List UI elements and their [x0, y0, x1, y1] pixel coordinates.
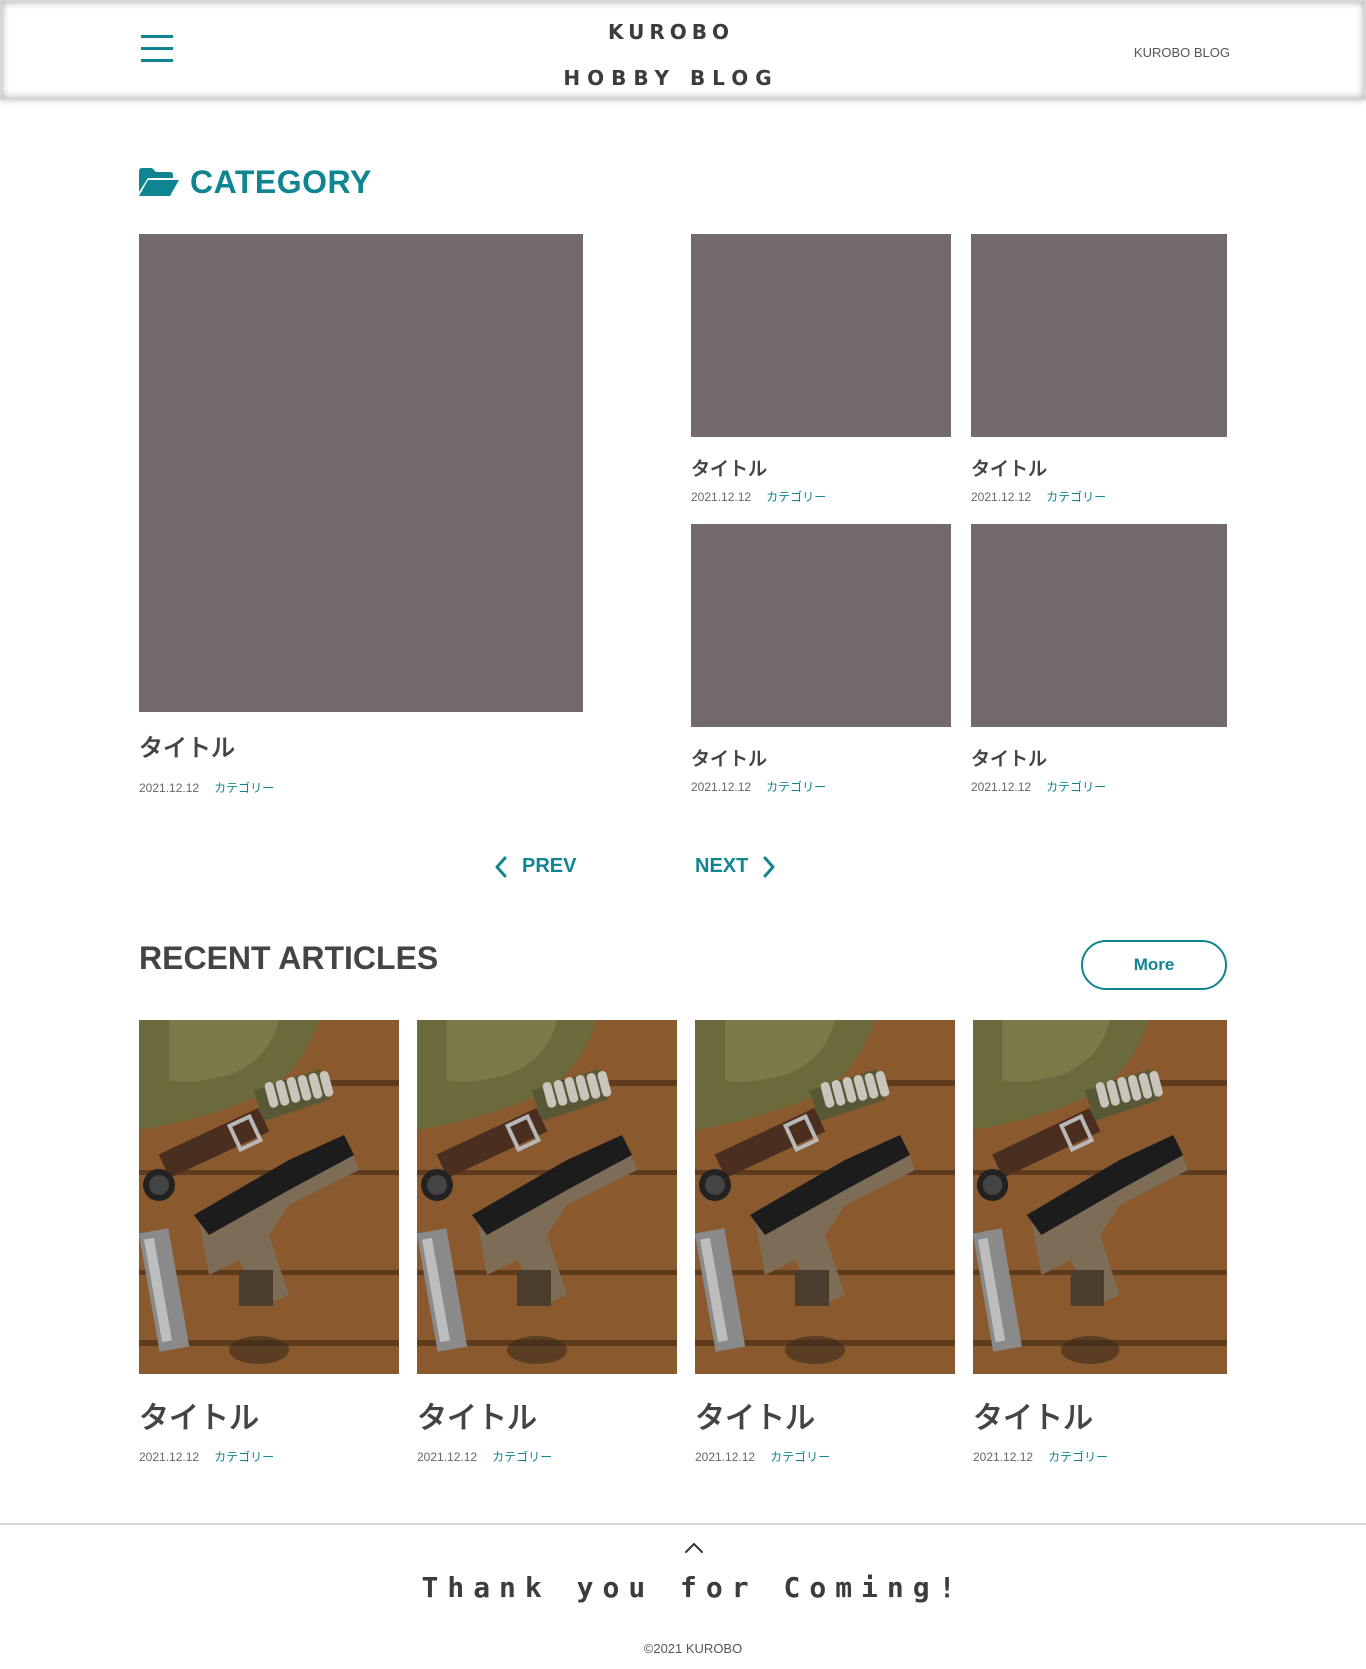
- post-category-link[interactable]: カテゴリー: [1046, 780, 1106, 794]
- category-main-image[interactable]: [139, 234, 583, 712]
- category-main-title[interactable]: タイトル: [139, 728, 235, 763]
- thanks-message: Thank you for Coming!: [421, 1571, 965, 1604]
- more-button[interactable]: More: [1081, 940, 1227, 990]
- category-grid-title[interactable]: タイトル: [971, 454, 1047, 481]
- article-image[interactable]: [973, 1020, 1227, 1374]
- article-meta: 2021.12.12 カテゴリー: [417, 1448, 552, 1465]
- category-title: CATEGORY: [190, 163, 372, 200]
- category-grid-meta: 2021.12.12 カテゴリー: [691, 488, 826, 505]
- prev-label: PREV: [522, 855, 577, 877]
- post-category-link[interactable]: カテゴリー: [1048, 1450, 1108, 1464]
- category-grid-image[interactable]: [971, 234, 1227, 437]
- article-meta: 2021.12.12 カテゴリー: [973, 1448, 1108, 1465]
- prev-button[interactable]: PREV: [494, 855, 576, 878]
- article-title[interactable]: タイトル: [139, 1393, 259, 1437]
- category-grid-image[interactable]: [691, 524, 951, 727]
- article-image[interactable]: [417, 1020, 677, 1374]
- category-grid-title[interactable]: タイトル: [971, 744, 1047, 771]
- article-title[interactable]: タイトル: [695, 1393, 815, 1437]
- post-category-link[interactable]: カテゴリー: [1046, 490, 1106, 504]
- chevron-right-icon: [763, 856, 775, 877]
- post-category-link[interactable]: カテゴリー: [766, 780, 826, 794]
- article-meta: 2021.12.12 カテゴリー: [695, 1448, 830, 1465]
- category-grid-meta: 2021.12.12 カテゴリー: [971, 778, 1106, 795]
- post-date: 2021.12.12: [691, 490, 752, 504]
- next-button[interactable]: NEXT: [695, 855, 776, 878]
- category-grid-title[interactable]: タイトル: [691, 744, 767, 771]
- copyright: ©2021 KUROBO: [643, 1641, 743, 1656]
- site-header: KUROBO HOBBY BLOG KUROBO BLOG: [0, 0, 1366, 100]
- category-heading: CATEGORY: [139, 162, 372, 202]
- post-category-link[interactable]: カテゴリー: [770, 1450, 830, 1464]
- folder-open-icon: [139, 168, 179, 196]
- category-grid-meta: 2021.12.12 カテゴリー: [691, 778, 826, 795]
- article-image[interactable]: [695, 1020, 955, 1374]
- article-title[interactable]: タイトル: [973, 1393, 1093, 1437]
- chevron-up-icon[interactable]: [683, 1541, 705, 1555]
- post-date: 2021.12.12: [417, 1450, 478, 1464]
- chevron-left-icon: [495, 856, 507, 877]
- post-date: 2021.12.12: [695, 1450, 756, 1464]
- post-date: 2021.12.12: [691, 780, 752, 794]
- article-title[interactable]: タイトル: [417, 1393, 537, 1437]
- post-date: 2021.12.12: [139, 781, 200, 795]
- site-footer: Thank you for Coming! ©2021 KUROBO: [0, 1523, 1366, 1669]
- article-image[interactable]: [139, 1020, 399, 1374]
- article-meta: 2021.12.12 カテゴリー: [139, 1448, 274, 1465]
- category-grid-meta: 2021.12.12 カテゴリー: [971, 488, 1106, 505]
- category-grid-image[interactable]: [971, 524, 1227, 727]
- category-grid-image[interactable]: [691, 234, 951, 437]
- post-category-link[interactable]: カテゴリー: [492, 1450, 552, 1464]
- post-category-link[interactable]: カテゴリー: [766, 490, 826, 504]
- post-category-link[interactable]: カテゴリー: [214, 781, 274, 795]
- post-date: 2021.12.12: [973, 1450, 1034, 1464]
- site-logo-line2[interactable]: HOBBY BLOG: [2, 66, 1340, 90]
- next-label: NEXT: [695, 855, 749, 877]
- post-date: 2021.12.12: [971, 780, 1032, 794]
- category-grid-title[interactable]: タイトル: [691, 454, 767, 481]
- category-main-meta: 2021.12.12 カテゴリー: [139, 779, 274, 796]
- site-logo-line1[interactable]: KUROBO: [2, 20, 1340, 44]
- post-date: 2021.12.12: [139, 1450, 200, 1464]
- header-blog-link[interactable]: KUROBO BLOG: [1102, 45, 1230, 60]
- post-category-link[interactable]: カテゴリー: [214, 1450, 274, 1464]
- recent-articles-title: RECENT ARTICLES: [139, 940, 439, 976]
- post-date: 2021.12.12: [971, 490, 1032, 504]
